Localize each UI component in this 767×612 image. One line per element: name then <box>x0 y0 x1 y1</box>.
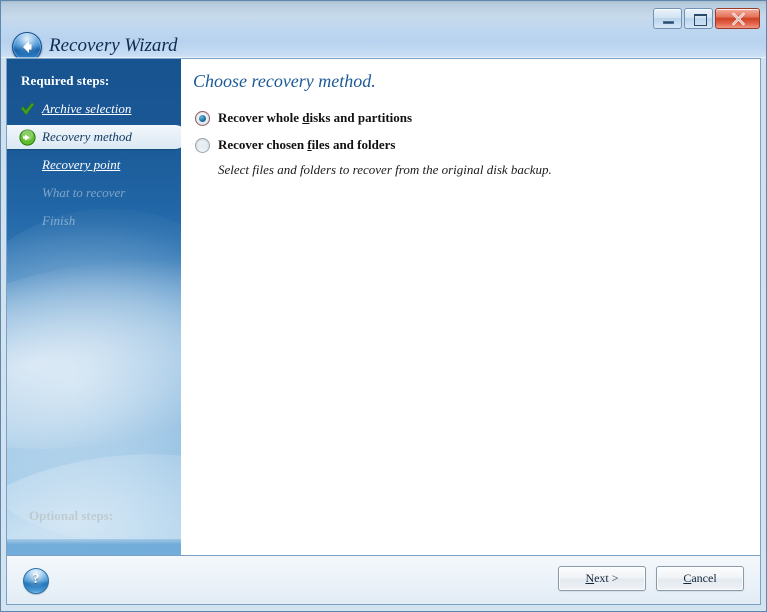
radio-option-recover-chosen-files[interactable]: Recover chosen files and folders <box>195 137 395 153</box>
footer-buttons: Next > Cancel <box>558 566 744 591</box>
sidebar-step-list: Archive selection Recovery method Recove… <box>7 97 181 237</box>
recovery-wizard-window: Recovery Wizard Required steps: Archive … <box>0 0 767 612</box>
sidebar-item-label: Recovery point <box>42 157 121 172</box>
sidebar-item-recovery-point[interactable]: Recovery point <box>7 153 181 177</box>
sidebar-heading: Required steps: <box>21 73 110 88</box>
sidebar-optional-heading: Optional steps: <box>29 508 114 523</box>
wizard-body: Required steps: Archive selection Recove… <box>6 58 761 556</box>
sidebar-bottom-band <box>7 539 181 555</box>
sidebar-item-archive-selection[interactable]: Archive selection <box>7 97 181 121</box>
option-hint-text: Select files and folders to recover from… <box>218 162 552 177</box>
page-title: Recovery Wizard <box>49 35 178 56</box>
radio-option-label: Recover chosen files and folders <box>218 137 396 152</box>
green-check-icon <box>19 101 36 118</box>
window-controls <box>653 8 760 29</box>
content-pane: Choose recovery method. Recover whole di… <box>181 59 760 555</box>
sidebar-item-label: What to recover <box>42 185 126 200</box>
radio-option-label: Recover whole disks and partitions <box>218 110 413 125</box>
green-arrow-icon <box>19 128 36 146</box>
maximize-button[interactable] <box>684 8 713 29</box>
step-spacer <box>19 157 36 174</box>
step-spacer <box>19 213 36 230</box>
footer-bar: ? Next > Cancel <box>6 556 761 605</box>
radio-button[interactable] <box>195 110 210 126</box>
sidebar-item-what-to-recover: What to recover <box>7 181 181 205</box>
sidebar-item-label: Recovery method <box>42 129 132 144</box>
cancel-button-label: Cancel <box>683 571 717 585</box>
question-mark-icon: ? <box>32 572 40 587</box>
next-button-label: Next > <box>585 571 619 585</box>
help-button[interactable]: ? <box>23 568 49 594</box>
minimize-icon <box>663 21 674 24</box>
maximize-icon <box>694 14 707 26</box>
radio-option-recover-whole-disks[interactable]: Recover whole disks and partitions <box>195 110 412 126</box>
sidebar-item-label: Archive selection <box>42 101 132 116</box>
title-bar: Recovery Wizard <box>1 1 766 62</box>
close-icon <box>732 12 745 26</box>
minimize-button[interactable] <box>653 8 682 29</box>
sidebar: Required steps: Archive selection Recove… <box>7 59 181 555</box>
content-title: Choose recovery method. <box>193 71 376 91</box>
cancel-button[interactable]: Cancel <box>656 566 744 591</box>
radio-button[interactable] <box>195 137 210 153</box>
next-button[interactable]: Next > <box>558 566 646 591</box>
sidebar-item-label: Finish <box>42 213 76 228</box>
sidebar-item-recovery-method[interactable]: Recovery method <box>7 125 181 149</box>
sidebar-item-finish: Finish <box>7 209 181 233</box>
step-spacer <box>19 185 36 202</box>
close-button[interactable] <box>715 8 760 29</box>
